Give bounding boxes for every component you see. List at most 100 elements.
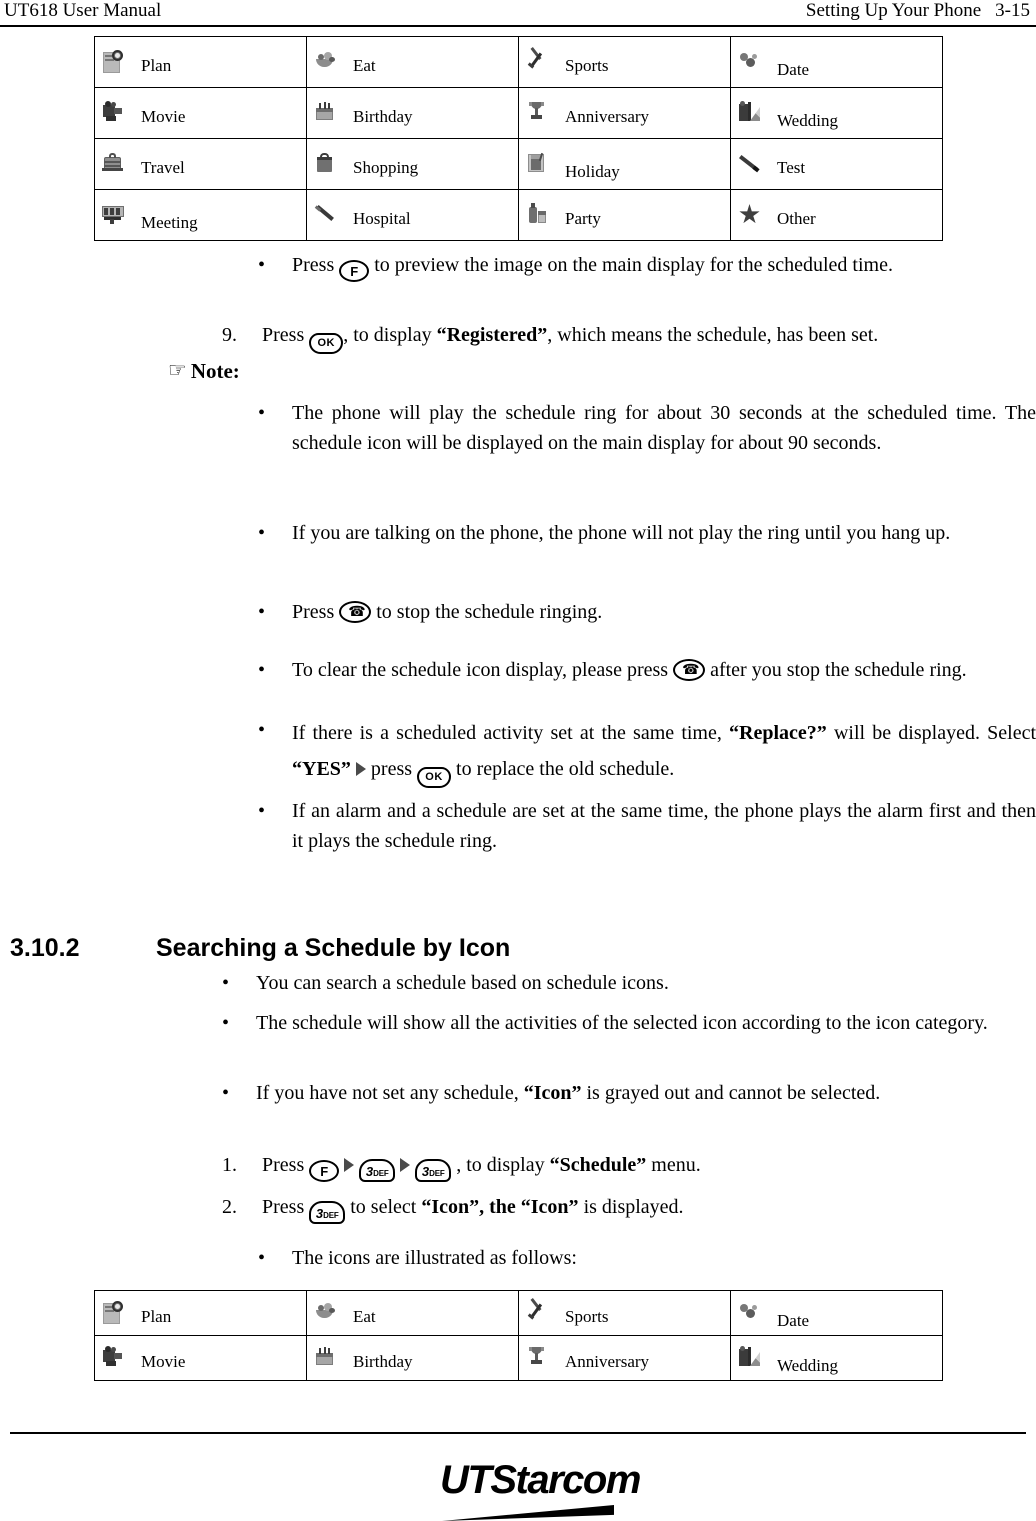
icon-cell-anniversary[interactable]: Anniversary	[518, 87, 731, 139]
icon-cell-date[interactable]: Date	[730, 1290, 943, 1336]
icon-cell-test[interactable]: Test	[730, 138, 943, 190]
page-header: UT618 User Manual Setting Up Your Phone …	[0, 0, 1036, 26]
icon-cell-label: Hospital	[353, 208, 411, 228]
note-bullet-5-text: If there is a scheduled activity set at …	[292, 715, 1036, 788]
icon-cell-label: Meeting	[141, 212, 198, 232]
icon-cell-birthday[interactable]: Birthday	[306, 1335, 519, 1381]
icon-cell-wedding[interactable]: Wedding	[730, 87, 943, 139]
party-icon	[525, 202, 551, 228]
icon-cell-plan[interactable]: Plan	[94, 1290, 307, 1336]
travel-icon	[101, 151, 127, 177]
bullet-marker: •	[222, 972, 230, 994]
note-5-bold-replace: “Replace?”	[729, 722, 827, 744]
icon-cell-label: Test	[777, 157, 806, 177]
note-bullet-3-text: Press ☎ to stop the schedule ringing.	[292, 597, 1036, 627]
plan-icon	[101, 1300, 127, 1326]
icon-cell-label: Movie	[141, 106, 186, 126]
preview-post-text: to preview the image on the main display…	[374, 254, 893, 276]
icon-cell-content: Anniversary	[519, 1336, 730, 1380]
icon-cell-content: Hospital	[307, 190, 518, 240]
eat-icon	[313, 1300, 339, 1326]
section-bullet-2-text: The schedule will show all the activitie…	[256, 1012, 988, 1034]
sports-icon	[525, 1298, 551, 1326]
numbered-step-9: 9. Press OK, to display “Registered”, wh…	[222, 320, 1036, 354]
step-2-post-text: is displayed.	[583, 1196, 684, 1218]
header-page-number: 3-15	[995, 0, 1030, 21]
pointing-hand-icon: ☞	[168, 358, 187, 382]
icon-cell-wedding[interactable]: Wedding	[730, 1335, 943, 1381]
logo-swoosh-shape	[442, 1505, 614, 1521]
wedding-icon	[737, 1345, 763, 1371]
icon-cell-anniversary[interactable]: Anniversary	[518, 1335, 731, 1381]
note-3-pre-text: Press	[292, 601, 335, 623]
icon-cell-other[interactable]: Other	[730, 189, 943, 241]
icon-cell-content: Birthday	[307, 88, 518, 138]
icon-cell-movie[interactable]: Movie	[94, 87, 307, 139]
icon-cell-content: Party	[519, 190, 730, 240]
icon-cell-label: Date	[777, 1310, 810, 1330]
icon-cell-label: Anniversary	[565, 1351, 650, 1371]
step-2-bold-icon: “Icon”, the “Icon”	[421, 1196, 579, 1218]
note-bullet-1: • The phone will play the schedule ring …	[258, 398, 1036, 458]
icon-cell-party[interactable]: Party	[518, 189, 731, 241]
numbered-step-2: 2. Press 3DEF to select “Icon”, the “Ico…	[222, 1192, 1036, 1224]
icon-cell-sports[interactable]: Sports	[518, 36, 731, 88]
icon-cell-content: Sports	[519, 1291, 730, 1335]
step-2-pre-text: Press	[262, 1196, 305, 1218]
hospital-icon	[313, 202, 339, 228]
step-9-bold-registered: “Registered”	[436, 324, 548, 346]
bullet-marker: •	[222, 1012, 230, 1034]
icon-cell-shopping[interactable]: Shopping	[306, 138, 519, 190]
numbered-step-1: 1. Press F 3DEF 3DEF , to display “Sched…	[222, 1150, 1036, 1182]
note-bullet-4-text: To clear the schedule icon display, plea…	[292, 655, 1036, 685]
icon-cell-eat[interactable]: Eat	[306, 36, 519, 88]
key-3-letters: DEF	[323, 1211, 339, 1220]
icon-cell-date[interactable]: Date	[730, 36, 943, 88]
note-bullet-2-text: If you are talking on the phone, the pho…	[292, 522, 951, 544]
icon-cell-plan[interactable]: Plan	[94, 36, 307, 88]
icon-cell-label: Party	[565, 208, 601, 228]
key-f-icon: F	[309, 1160, 340, 1182]
icon-cell-label: Anniversary	[565, 106, 650, 126]
step-9-pre-text: Press	[262, 324, 305, 346]
bullet-marker: •	[258, 659, 266, 681]
icon-cell-hospital[interactable]: Hospital	[306, 189, 519, 241]
icon-cell-sports[interactable]: Sports	[518, 1290, 731, 1336]
bullet-3-post-text: is grayed out and cannot be selected.	[586, 1082, 881, 1104]
note-heading: ☞ Note:	[168, 357, 240, 384]
icon-cell-holiday[interactable]: Holiday	[518, 138, 731, 190]
note-bullet-6: • If an alarm and a schedule are set at …	[258, 796, 1036, 856]
icon-table-row: Meeting Hospital Party Other	[94, 189, 943, 241]
note-bullet-6-text: If an alarm and a schedule are set at th…	[292, 800, 1036, 852]
icon-cell-label: Eat	[353, 1306, 376, 1326]
logo-ut-text: UT	[440, 1458, 492, 1502]
schedule-icon-table-top: Plan Eat Sports Date Movie Birthday Anniversar…	[94, 36, 943, 241]
icon-cell-label: Plan	[141, 1306, 172, 1326]
section-bullet-3: • If you have not set any schedule, “Ico…	[222, 1078, 1036, 1108]
header-manual-title: UT618 User Manual	[4, 0, 162, 21]
icon-cell-label: Plan	[141, 55, 172, 75]
bullet-marker: •	[258, 719, 266, 741]
footer-divider	[10, 1432, 1026, 1434]
birthday-icon	[313, 1345, 339, 1371]
note-5-post-text: to replace the old schedule.	[456, 758, 675, 780]
icon-cell-meeting[interactable]: Meeting	[94, 189, 307, 241]
icon-cell-travel[interactable]: Travel	[94, 138, 307, 190]
key-3def-icon: 3DEF	[359, 1159, 396, 1182]
icon-cell-birthday[interactable]: Birthday	[306, 87, 519, 139]
eat-icon	[313, 49, 339, 75]
icon-cell-eat[interactable]: Eat	[306, 1290, 519, 1336]
bullet-preview-image: • Press F to preview the image on the ma…	[258, 250, 1036, 282]
logo-starcom-text: Starcom	[490, 1458, 641, 1502]
step-1-post-text: menu.	[651, 1154, 701, 1176]
icon-cell-label: Sports	[565, 1306, 609, 1326]
icon-cell-content: Wedding	[731, 88, 942, 138]
plan-icon	[101, 49, 127, 75]
icon-cell-movie[interactable]: Movie	[94, 1335, 307, 1381]
icon-table-row: Plan Eat Sports Date	[94, 36, 943, 88]
right-triangle-icon	[400, 1158, 411, 1172]
note-5-pre-text: If there is a scheduled activity set at …	[292, 722, 722, 744]
key-end-call-icon: ☎	[673, 659, 706, 681]
icon-table-row: Plan Eat Sports Date	[94, 1290, 943, 1336]
date-icon	[737, 1300, 763, 1326]
